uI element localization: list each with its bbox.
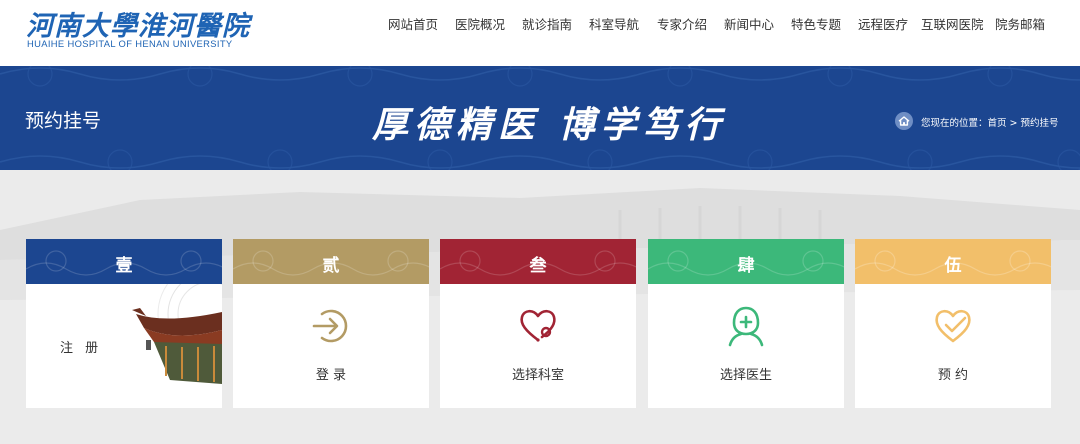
nav-item-features[interactable]: 特色专题 xyxy=(791,15,841,35)
step-card-select-department[interactable]: 叁 选择科室 xyxy=(440,239,636,408)
step-label: 登 录 xyxy=(315,368,347,383)
nav-item-overview[interactable]: 医院概况 xyxy=(455,15,505,35)
nav-item-mailbox[interactable]: 院务邮箱 xyxy=(995,15,1045,35)
page-title: 预约挂号 xyxy=(25,110,102,132)
step-label: 注 册 xyxy=(60,341,103,356)
step-label: 选择科室 xyxy=(511,368,564,383)
main-nav: 网站首页 医院概况 就诊指南 科室导航 专家介绍 新闻中心 特色专题 远程医疗 … xyxy=(0,15,1080,37)
page-banner: 预约挂号 厚德精医 博学笃行 您现在的位置：首页 > 预约挂号 xyxy=(0,66,1080,170)
nav-item-home[interactable]: 网站首页 xyxy=(388,15,438,35)
nav-item-experts[interactable]: 专家介绍 xyxy=(657,15,707,35)
step-number: 壹 xyxy=(115,256,133,276)
heart-check-icon xyxy=(935,309,971,343)
doctor-icon xyxy=(728,306,764,347)
step-number: 叁 xyxy=(529,256,547,276)
pagoda-roof-illustration xyxy=(132,284,222,384)
step-number: 贰 xyxy=(322,256,340,276)
step-number: 肆 xyxy=(737,256,755,276)
step-header: 贰 xyxy=(233,239,429,284)
registration-steps-area: 壹 注 册 贰 登 录 叁 选择科室 肆 选择医生 伍 预 约 xyxy=(0,170,1080,444)
breadcrumb-text[interactable]: 您现在的位置：首页 > 预约挂号 xyxy=(921,115,1059,129)
logo-english-name: HUAIHE HOSPITAL OF HENAN UNIVERSITY xyxy=(27,38,233,49)
step-card-register[interactable]: 壹 注 册 xyxy=(26,239,222,408)
step-card-appointment[interactable]: 伍 预 约 xyxy=(855,239,1051,408)
step-label: 预 约 xyxy=(937,368,969,383)
nav-item-guide[interactable]: 就诊指南 xyxy=(522,15,572,35)
step-header: 肆 xyxy=(648,239,844,284)
step-card-login[interactable]: 贰 登 录 xyxy=(233,239,429,408)
step-header: 伍 xyxy=(855,239,1051,284)
nav-item-news[interactable]: 新闻中心 xyxy=(724,15,774,35)
stethoscope-heart-icon xyxy=(520,309,556,342)
step-header: 叁 xyxy=(440,239,636,284)
nav-item-internet-hospital[interactable]: 互联网医院 xyxy=(921,15,984,35)
site-header: 河南大學淮河醫院 HUAIHE HOSPITAL OF HENAN UNIVER… xyxy=(0,0,1080,66)
hospital-motto: 厚德精医 博学笃行 xyxy=(372,104,727,146)
step-card-select-doctor[interactable]: 肆 选择医生 xyxy=(648,239,844,408)
login-arrow-icon xyxy=(312,309,348,343)
step-label: 选择医生 xyxy=(719,368,772,383)
step-header: 壹 xyxy=(26,239,222,284)
nav-item-telemedicine[interactable]: 远程医疗 xyxy=(858,15,908,35)
home-icon[interactable] xyxy=(895,112,913,130)
step-number: 伍 xyxy=(944,256,962,276)
nav-item-departments[interactable]: 科室导航 xyxy=(589,15,639,35)
